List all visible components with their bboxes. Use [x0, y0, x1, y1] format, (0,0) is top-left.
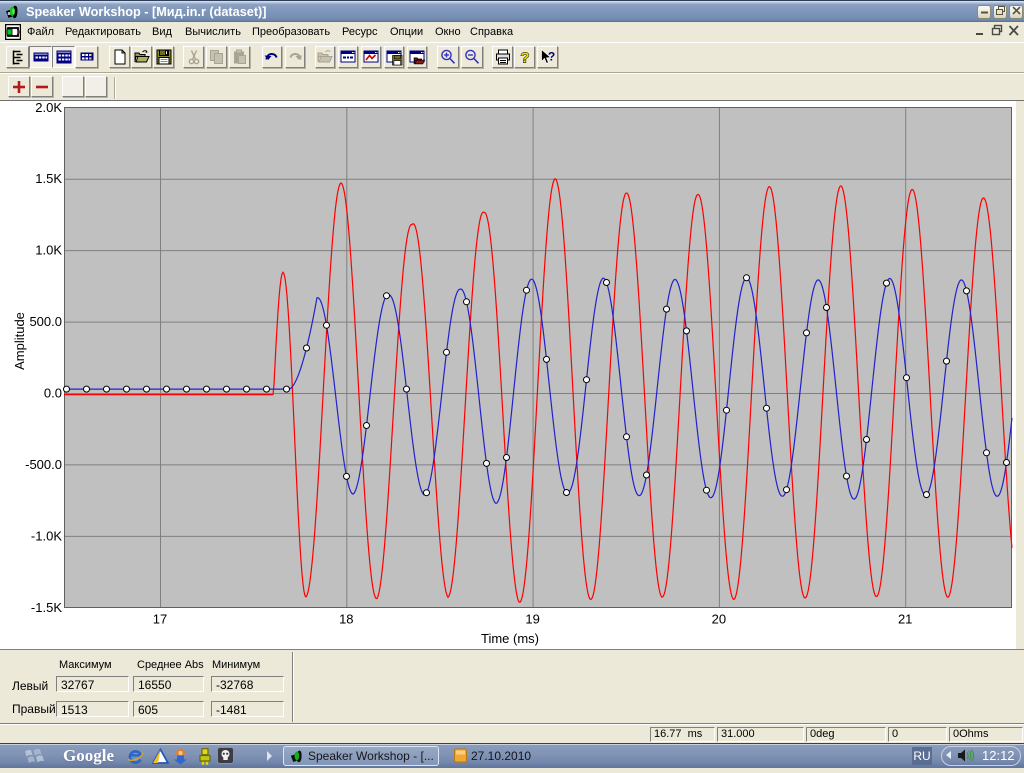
svg-text:17: 17 — [153, 612, 167, 627]
svg-text:500.0: 500.0 — [29, 314, 62, 329]
svg-text:1.5K: 1.5K — [35, 171, 62, 186]
svg-text:1.0K: 1.0K — [35, 243, 62, 258]
svg-text:Time (ms): Time (ms) — [481, 631, 539, 646]
svg-text:19: 19 — [525, 612, 539, 627]
svg-text:-500.0: -500.0 — [25, 457, 62, 472]
svg-text:18: 18 — [339, 612, 353, 627]
svg-text:-1.0K: -1.0K — [31, 528, 62, 543]
svg-text:2.0K: 2.0K — [35, 101, 62, 115]
svg-text:-1.5K: -1.5K — [31, 600, 62, 615]
svg-text:0.0: 0.0 — [44, 386, 62, 401]
svg-text:?: ? — [520, 50, 529, 66]
svg-text:20: 20 — [712, 612, 726, 627]
svg-text:21: 21 — [898, 612, 912, 627]
svg-text:Amplitude: Amplitude — [12, 312, 27, 370]
